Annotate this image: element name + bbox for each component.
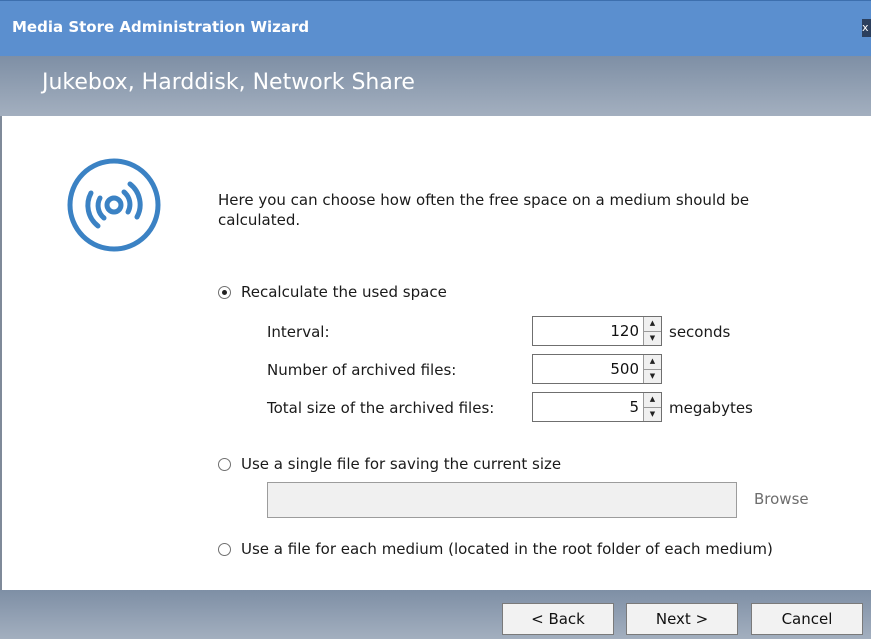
total-size-value[interactable]: 5 [533,393,643,421]
num-files-value[interactable]: 500 [533,355,643,383]
window-title: Media Store Administration Wizard [12,18,310,36]
num-files-spin-buttons: ▲ ▼ [643,355,661,383]
close-button[interactable]: x [862,19,871,37]
spin-down-icon[interactable]: ▼ [644,331,661,345]
spin-up-icon[interactable]: ▲ [644,317,661,332]
single-file-label: Use a single file for saving the current… [241,455,562,473]
per-medium-radio[interactable] [218,542,231,556]
wizard-footer [0,590,871,639]
back-button[interactable]: < Back [502,603,614,635]
total-size-spinner[interactable]: 5 ▲ ▼ [532,392,662,422]
wizard-header: Jukebox, Harddisk, Network Share [0,56,871,116]
media-disc-icon [67,158,161,252]
recalculate-label: Recalculate the used space [241,283,447,301]
recalculate-option[interactable]: Recalculate the used space [218,283,447,301]
title-bar: Media Store Administration Wizard x [0,0,871,57]
num-files-label: Number of archived files: [267,361,457,379]
interval-value[interactable]: 120 [533,317,643,345]
next-button[interactable]: Next > [626,603,738,635]
interval-spinner[interactable]: 120 ▲ ▼ [532,316,662,346]
spin-down-icon[interactable]: ▼ [644,407,661,421]
browse-button[interactable]: Browse [754,490,809,508]
spin-up-icon[interactable]: ▲ [644,355,661,370]
interval-spin-buttons: ▲ ▼ [643,317,661,345]
spin-down-icon[interactable]: ▼ [644,369,661,383]
description-text: Here you can choose how often the free s… [218,191,750,229]
per-medium-label: Use a file for each medium (located in t… [241,540,773,558]
total-size-label: Total size of the archived files: [267,399,495,417]
close-icon: x [862,21,869,34]
num-files-spinner[interactable]: 500 ▲ ▼ [532,354,662,384]
recalculate-radio[interactable] [218,285,231,299]
single-file-radio[interactable] [218,457,231,471]
interval-unit: seconds [669,323,731,341]
single-file-option[interactable]: Use a single file for saving the current… [218,455,561,473]
file-path-input[interactable] [267,482,737,518]
page-subtitle: Jukebox, Harddisk, Network Share [42,70,415,95]
interval-label: Interval: [267,323,330,341]
per-medium-option[interactable]: Use a file for each medium (located in t… [218,540,773,558]
total-size-unit: megabytes [669,399,753,417]
cancel-button[interactable]: Cancel [751,603,863,635]
spin-up-icon[interactable]: ▲ [644,393,661,408]
total-size-spin-buttons: ▲ ▼ [643,393,661,421]
